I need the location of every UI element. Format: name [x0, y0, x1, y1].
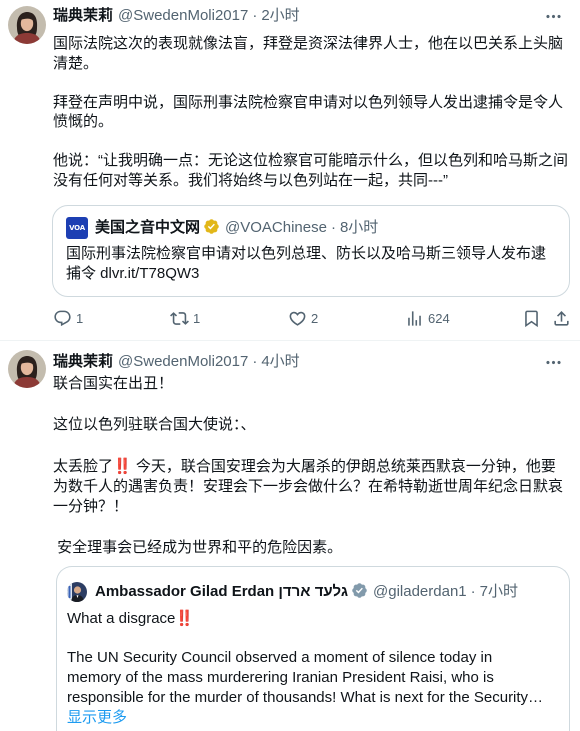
author-avatar[interactable] — [8, 350, 46, 388]
voa-logo: VOA — [66, 217, 88, 239]
tweet[interactable]: 瑞典茉莉 @SwedenMoli2017 · 4小时 联合国实在出丑！ 这位以色列驻联… — [0, 341, 580, 731]
separator-dot: · — [252, 7, 258, 24]
text-segment: 今天，联合国安理会为大屠杀的伊朗总统莱西默哀一分钟，他要 — [131, 458, 556, 475]
bookmark-icon — [525, 310, 538, 328]
text-line: 联合国实在出丑！ — [53, 375, 174, 392]
double-exclamation-emoji: ‼️ — [113, 457, 132, 475]
tweet-time[interactable]: 4小时 — [261, 353, 299, 370]
text-paragraph: 这位以色列驻联合国大使说：、 — [53, 415, 563, 436]
quoted-author-avatar — [67, 582, 87, 602]
separator-dot: · — [252, 353, 258, 370]
text-line: 拜登在声明中说，国际刑事法院检察官申请对以色列领导人发出逮捕令是令人 — [53, 93, 564, 111]
more-icon[interactable] — [544, 353, 563, 372]
text-line: 捕令 dlvr.it/T78QW3 — [66, 264, 200, 282]
views-count: 624 — [428, 311, 450, 326]
tweet-text: 联合国实在出丑！ 这位以色列驻联合国大使说：、 太丢脸了‼️ 今天，联合国安理会… — [53, 374, 563, 559]
user-avatar-icon — [8, 350, 46, 388]
tweet-time[interactable]: 2小时 — [261, 7, 299, 24]
quoted-tweet-time: 8小时 — [339, 219, 379, 236]
retweet-count: 1 — [193, 311, 201, 326]
text-line: 国际刑事法院检察官申请对以色列总理、防长以及哈马斯三领导人发布逮 — [66, 245, 547, 262]
text-line: 愤慨的。 — [53, 113, 114, 130]
double-exclamation-emoji: ‼️ — [175, 609, 195, 627]
author-handle[interactable]: @SwedenMoli2017 — [118, 7, 248, 24]
quoted-tweet[interactable]: Ambassador Gilad Erdan גלעד ארדן @gilader… — [56, 566, 570, 731]
text-line: The UN Security Council observed a momen… — [67, 649, 493, 666]
reply-button[interactable]: 1 — [53, 309, 83, 328]
tweet[interactable]: 瑞典茉莉 @SwedenMoli2017 · 2小时 国际法院这次的表现就像法盲，拜登… — [0, 0, 580, 341]
text-paragraph: 国际法院这次的表现就像法盲，拜登是资深法律界人士，他在以巴关系上头脑 清楚。 — [53, 34, 568, 73]
verified-gold-icon — [204, 219, 219, 234]
text-line: 太丢脸了‼️ 今天，联合国安理会为大屠杀的伊朗总统莱西默哀一分钟，他要 — [53, 456, 563, 477]
text-line: memory of the mass murderering Iranian P… — [67, 669, 494, 686]
text-paragraph: What a disgrace‼️ — [67, 608, 543, 628]
retweet-icon — [170, 312, 189, 325]
text-paragraph: 安全理事会已经成为世界和平的危险因素。 — [53, 538, 563, 559]
reply-icon — [54, 310, 71, 327]
views-icon — [408, 311, 421, 326]
tweet-header: 瑞典茉莉 @SwedenMoli2017 · 4小时 — [53, 352, 300, 372]
retweet-button[interactable]: 1 — [170, 309, 200, 328]
text-line: 这位以色列驻联合国大使说：、 — [53, 416, 256, 433]
quoted-tweet-time: 7小时 — [479, 583, 518, 600]
text-segment: What a disgrace — [67, 610, 176, 627]
text-line: responsible for the murder of thousands!… — [67, 689, 544, 706]
reply-count: 1 — [76, 311, 84, 326]
author-avatar[interactable] — [8, 6, 46, 44]
quoted-author-name: 美国之音中文网 — [95, 219, 201, 236]
user-avatar-icon — [8, 6, 46, 44]
separator-dot: · — [330, 219, 336, 236]
tweet-text: 国际法院这次的表现就像法盲，拜登是资深法律界人士，他在以巴关系上头脑 清楚。 拜… — [53, 34, 568, 190]
more-icon[interactable] — [544, 7, 563, 26]
views-button[interactable]: 624 — [405, 309, 450, 328]
quoted-author-handle: @VOAChinese — [225, 219, 327, 236]
author-name[interactable]: 瑞典茉莉 — [53, 7, 113, 24]
share-icon — [554, 311, 569, 326]
quoted-tweet-header: 美国之音中文网 @VOAChinese · 8小时 — [95, 218, 378, 238]
quoted-tweet-header: Ambassador Gilad Erdan גלעד ארדן @gilader… — [95, 582, 518, 602]
quoted-tweet-text: What a disgrace‼️ The UN Security Counci… — [67, 608, 543, 728]
text-paragraph: 拜登在声明中说，国际刑事法院检察官申请对以色列领导人发出逮捕令是令人 愤慨的。 — [53, 93, 568, 132]
text-line: 为数千人的遇害负责！安理会下一步会做什么？在希特勒逝世周年纪念日默哀 — [53, 477, 564, 495]
share-button[interactable] — [552, 309, 571, 328]
timeline: 瑞典茉莉 @SwedenMoli2017 · 2小时 国际法院这次的表现就像法盲，拜登… — [0, 0, 580, 731]
like-button[interactable]: 2 — [288, 309, 318, 328]
bookmark-button[interactable] — [522, 309, 541, 328]
text-line: 安全理事会已经成为世界和平的危险因素。 — [53, 539, 343, 556]
show-more-link[interactable]: 显示更多 — [67, 708, 543, 728]
text-line: 一分钟？！ — [53, 498, 129, 515]
text-line: 清楚。 — [53, 54, 99, 72]
quoted-tweet[interactable]: VOA 美国之音中文网 @VOAChinese · 8小时 国际刑事法院检察官申请对以… — [52, 205, 570, 297]
like-count: 2 — [311, 311, 319, 326]
text-paragraph: 联合国实在出丑！ — [53, 374, 563, 395]
separator-dot: · — [470, 583, 476, 600]
quoted-tweet-text: 国际刑事法院检察官申请对以色列总理、防长以及哈马斯三领导人发布逮 捕令 dlvr… — [66, 244, 546, 283]
heart-icon — [289, 311, 306, 326]
tweet-header: 瑞典茉莉 @SwedenMoli2017 · 2小时 — [53, 6, 300, 26]
text-line: 他说：“让我明确一点：无论这位检察官可能暗示什么，但以色列和哈马斯之间 — [53, 152, 568, 169]
text-segment: 太丢脸了 — [53, 458, 114, 475]
quoted-author-name: Ambassador Gilad Erdan גלעד ארדן — [95, 583, 349, 600]
text-paragraph: 他说：“让我明确一点：无论这位检察官可能暗示什么，但以色列和哈马斯之间 没有任何… — [53, 151, 568, 190]
text-paragraph: The UN Security Council observed a momen… — [67, 648, 543, 708]
text-paragraph: 太丢脸了‼️ 今天，联合国安理会为大屠杀的伊朗总统莱西默哀一分钟，他要 为数千人… — [53, 456, 563, 518]
author-handle[interactable]: @SwedenMoli2017 — [118, 353, 248, 370]
text-line: What a disgrace‼️ — [67, 608, 543, 628]
text-line: 国际法院这次的表现就像法盲，拜登是资深法律界人士，他在以巴关系上头脑 — [53, 35, 564, 52]
verified-gray-icon — [352, 583, 367, 598]
quoted-author-handle: @giladerdan1 — [373, 583, 467, 600]
author-name[interactable]: 瑞典茉莉 — [53, 353, 113, 370]
text-line: 没有任何对等关系。我们将始终与以色列站在一起，共同---” — [53, 171, 448, 189]
user-avatar-icon — [67, 582, 87, 602]
